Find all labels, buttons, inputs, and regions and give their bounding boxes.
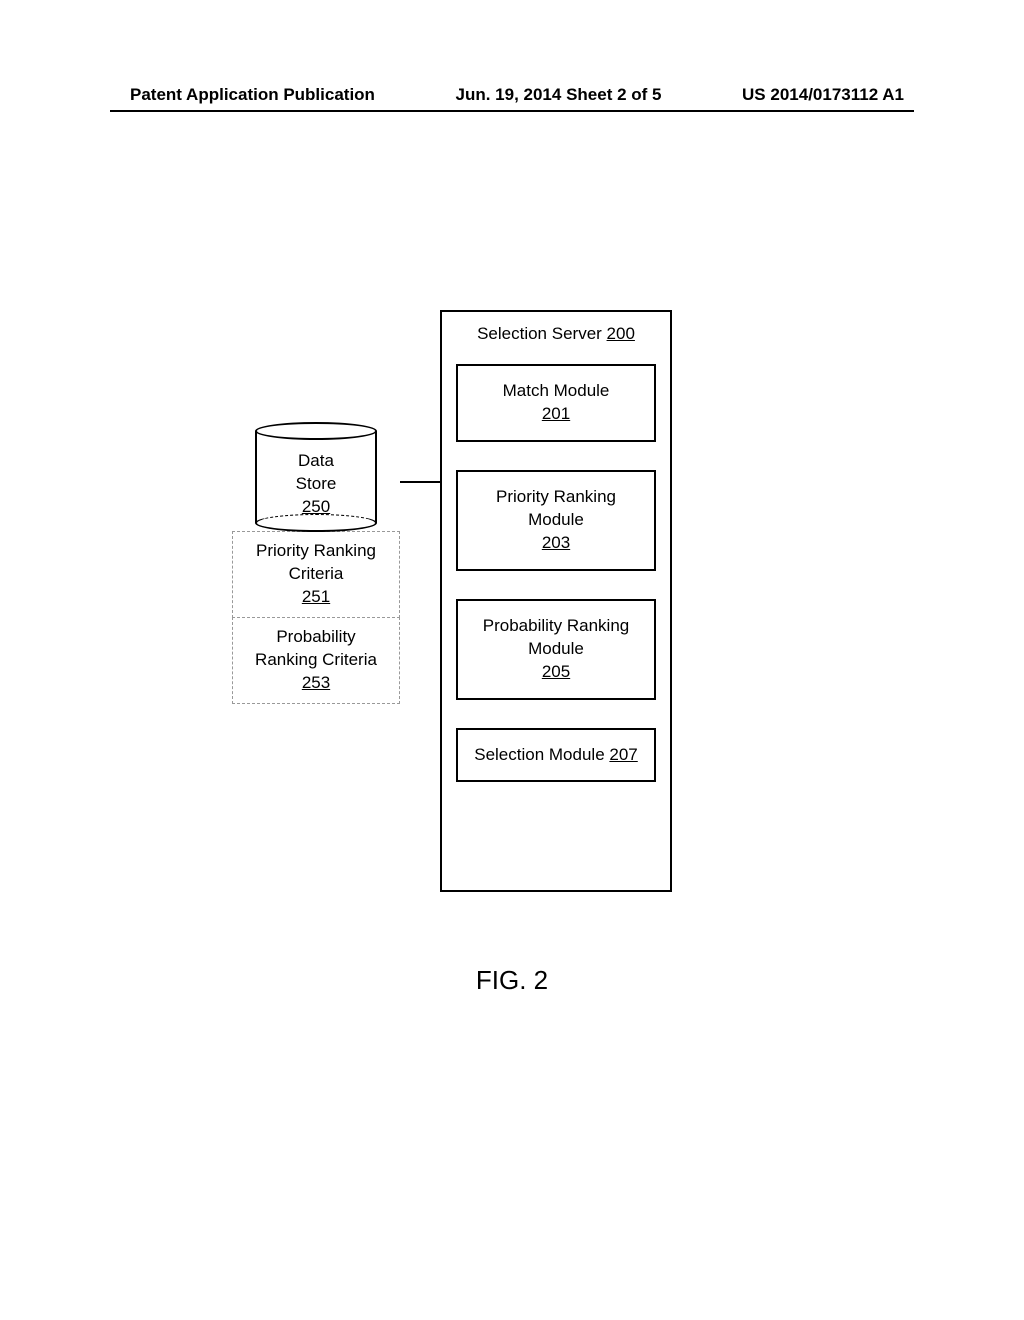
sub2-ref: 253	[302, 673, 330, 692]
priority-criteria-box: Priority Ranking Criteria 251	[232, 531, 400, 618]
match-module: Match Module 201	[456, 364, 656, 442]
mod3-line1: Probability Ranking	[483, 616, 629, 635]
selection-server-box: Selection Server 200 Match Module 201 Pr…	[440, 310, 672, 892]
connector-line	[400, 481, 440, 483]
probability-criteria-box: Probability Ranking Criteria 253	[232, 617, 400, 704]
sub1-ref: 251	[302, 587, 330, 606]
header-mid: Jun. 19, 2014 Sheet 2 of 5	[456, 85, 662, 105]
priority-ranking-module: Priority Ranking Module 203	[456, 470, 656, 571]
sub1-line2: Criteria	[289, 564, 344, 583]
header-left: Patent Application Publication	[130, 85, 375, 105]
ds-line2: Store	[296, 474, 337, 493]
mod2-line1: Priority Ranking	[496, 487, 616, 506]
mod4-ref: 207	[609, 745, 637, 764]
ds-ref: 250	[302, 497, 330, 516]
server-title: Selection Server 200	[456, 324, 656, 344]
figure-label: FIG. 2	[0, 965, 1024, 996]
data-store-group: Data Store 250 Priority Ranking Criteria…	[232, 422, 400, 704]
server-ref: 200	[607, 324, 635, 343]
cylinder-top	[255, 422, 377, 440]
mod2-line2: Module	[528, 510, 584, 529]
server-title-text: Selection Server	[477, 324, 602, 343]
sub2-line1: Probability	[276, 627, 355, 646]
header-right: US 2014/0173112 A1	[742, 85, 904, 105]
mod1-ref: 201	[542, 404, 570, 423]
mod3-line2: Module	[528, 639, 584, 658]
data-store-label: Data Store 250	[255, 450, 377, 519]
mod1-line1: Match Module	[503, 381, 610, 400]
page-header: Patent Application Publication Jun. 19, …	[0, 85, 1024, 105]
header-rule	[110, 110, 914, 112]
ds-line1: Data	[298, 451, 334, 470]
data-store-cylinder: Data Store 250	[255, 422, 377, 532]
mod4-line1: Selection Module	[474, 745, 604, 764]
mod3-ref: 205	[542, 662, 570, 681]
sub2-line2: Ranking Criteria	[255, 650, 377, 669]
probability-ranking-module: Probability Ranking Module 205	[456, 599, 656, 700]
sub1-line1: Priority Ranking	[256, 541, 376, 560]
mod2-ref: 203	[542, 533, 570, 552]
selection-module: Selection Module 207	[456, 728, 656, 783]
